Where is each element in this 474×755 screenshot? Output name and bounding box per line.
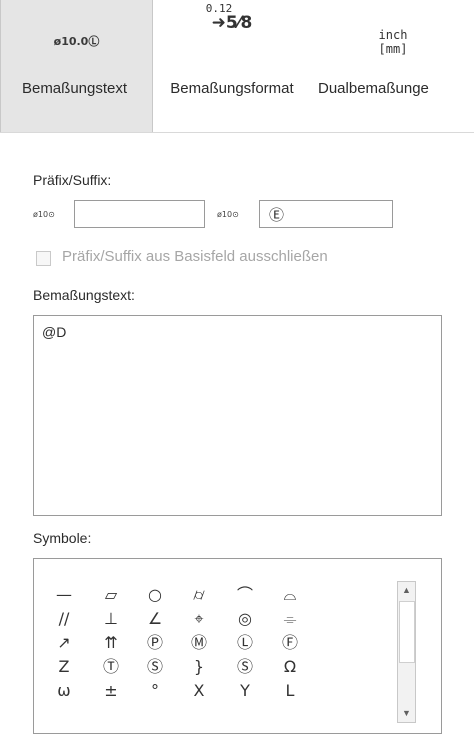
- symbol-button[interactable]: }: [179, 657, 219, 677]
- symbol-button[interactable]: Ⓢ: [225, 657, 265, 677]
- dimension-format-icon: 0.12 ➜5⁄8: [205, 2, 253, 33]
- symbols-label: Symbole:: [33, 530, 92, 546]
- symbol-button[interactable]: //: [44, 609, 84, 629]
- dimension-text-area[interactable]: @D: [33, 315, 442, 516]
- symbol-button[interactable]: X: [179, 681, 219, 701]
- symbol-button[interactable]: Z: [44, 657, 84, 677]
- symbol-button[interactable]: Ⓟ: [135, 633, 175, 653]
- scroll-down-icon[interactable]: ▼: [398, 705, 415, 722]
- symbol-button[interactable]: ⌯: [270, 609, 310, 629]
- exclude-basis-label: Präfix/Suffix aus Basisfeld ausschließen: [62, 248, 328, 265]
- symbol-button[interactable]: ⇈: [91, 633, 131, 653]
- symbol-button[interactable]: Ⓜ: [179, 633, 219, 653]
- suffix-input[interactable]: Ⓔ: [259, 200, 393, 228]
- symbol-button[interactable]: Ⓕ: [270, 633, 310, 653]
- prefix-icon: ø10⊙: [33, 210, 55, 219]
- symbol-button[interactable]: ↗: [44, 633, 84, 653]
- scroll-thumb[interactable]: [399, 601, 415, 663]
- tab-dimension-text[interactable]: ø10.0Ⓛ Bemaßungstext: [0, 0, 153, 132]
- tab-dimension-text-label: Bemaßungstext: [21, 80, 128, 97]
- symbol-button[interactable]: ◎: [225, 609, 265, 629]
- symbol-button[interactable]: Ⓣ: [91, 657, 131, 677]
- tab-dimension-format-label: Bemaßungsformat: [170, 80, 294, 97]
- dimension-text-icon: ø10.0Ⓛ: [53, 35, 100, 48]
- tab-dual-dimension-label: Dualbemaßunge: [318, 80, 429, 97]
- symbol-button[interactable]: ⌭: [179, 585, 219, 605]
- symbol-button[interactable]: °: [135, 681, 175, 701]
- symbol-button[interactable]: Ω: [270, 657, 310, 677]
- symbol-button[interactable]: ▱: [91, 585, 131, 605]
- dimension-text-label: Bemaßungstext:: [33, 287, 135, 303]
- symbol-button[interactable]: ⌓: [270, 585, 310, 605]
- symbol-button[interactable]: ○: [135, 585, 175, 605]
- scroll-up-icon[interactable]: ▲: [398, 582, 415, 599]
- symbol-button[interactable]: Ⓛ: [225, 633, 265, 653]
- dual-dimension-icon: inch [mm]: [378, 28, 408, 56]
- symbol-button[interactable]: Y: [225, 681, 265, 701]
- symbol-button[interactable]: ∠: [135, 609, 175, 629]
- tab-dual-dimension[interactable]: inch [mm] Dualbemaßunge: [312, 0, 474, 132]
- symbol-button[interactable]: Ⓢ: [135, 657, 175, 677]
- dimension-ribbon: ø10.0Ⓛ Bemaßungstext 0.12 ➜5⁄8 Bemaßungs…: [0, 0, 474, 133]
- symbol-button[interactable]: ω: [44, 681, 84, 701]
- symbols-panel: — ▱ ○ ⌭ ⌒ ⌓//⊥ ∠ ⌖ ◎ ⌯ ↗ ⇈ Ⓟ Ⓜ Ⓛ Ⓕ Z Ⓣ Ⓢ} Ⓢ Ωω ± ° X Y L ▲ ▼: [33, 558, 442, 734]
- symbol-button[interactable]: ±: [91, 681, 131, 701]
- prefix-input[interactable]: [74, 200, 205, 228]
- symbol-button[interactable]: ⌖: [179, 609, 219, 629]
- tab-dimension-format[interactable]: 0.12 ➜5⁄8 Bemaßungsformat: [152, 0, 312, 132]
- exclude-basis-checkbox[interactable]: [36, 251, 51, 266]
- symbol-button[interactable]: L: [270, 681, 310, 701]
- suffix-icon: ø10⊙: [217, 210, 239, 219]
- symbol-button[interactable]: ⌒: [225, 585, 265, 605]
- symbols-scrollbar[interactable]: ▲ ▼: [397, 581, 416, 723]
- symbol-button[interactable]: ⊥: [91, 609, 131, 629]
- prefix-suffix-label: Präfix/Suffix:: [33, 172, 112, 188]
- symbol-button[interactable]: —: [44, 585, 84, 605]
